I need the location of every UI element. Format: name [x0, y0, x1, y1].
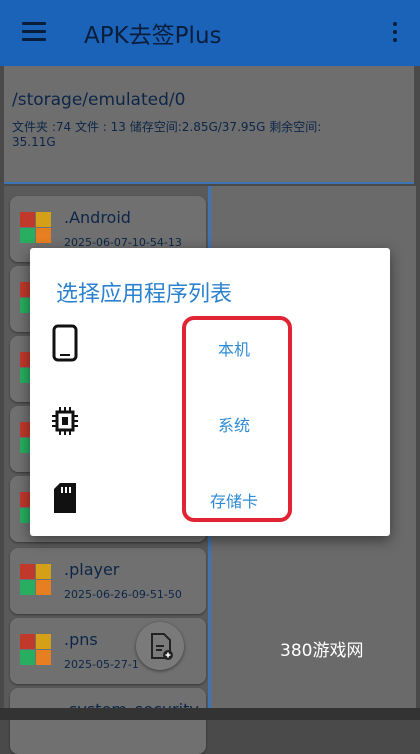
folder-icon: [20, 212, 52, 244]
file-item[interactable]: .player 2025-06-26-09-51-50: [10, 548, 206, 614]
folder-icon: [20, 634, 52, 666]
file-name: .Android: [64, 208, 131, 227]
file-item[interactable]: .system_security: [10, 688, 206, 754]
app-title: APK去签Plus: [84, 23, 222, 49]
file-name: .pns: [64, 630, 98, 649]
storage-stats-line: 文件夹 :74 文件 : 13 储存空间:2.85G/37.95G 剩余空间:: [12, 120, 322, 134]
storage-stats: 文件夹 :74 文件 : 13 储存空间:2.85G/37.95G 剩余空间: …: [12, 120, 406, 150]
select-app-list-dialog: 选择应用程序列表 本机 系统 存储卡: [30, 248, 390, 536]
storage-stats-line: 35.11G: [12, 135, 56, 149]
sd-card-icon: [52, 482, 78, 518]
phone-icon: [52, 324, 78, 366]
dialog-title: 选择应用程序列表: [56, 282, 233, 307]
folder-icon: [20, 564, 52, 596]
file-date: 2025-06-26-09-51-50: [64, 588, 182, 601]
menu-icon[interactable]: [22, 22, 46, 42]
add-file-icon: [151, 633, 173, 660]
file-date: 2025-05-27-1: [64, 658, 139, 671]
bottom-nav: [0, 708, 420, 720]
app-bar: APK去签Plus: [0, 0, 420, 66]
watermark: 380游戏网: [280, 641, 364, 661]
current-path: /storage/emulated/0: [12, 90, 186, 110]
more-options-icon[interactable]: [392, 22, 398, 44]
new-file-button[interactable]: [136, 622, 184, 670]
file-name: .player: [64, 560, 120, 579]
storage-info-panel: /storage/emulated/0 文件夹 :74 文件 : 13 储存空间…: [4, 66, 414, 184]
highlight-annotation: [182, 316, 292, 522]
chip-icon: [52, 406, 78, 440]
